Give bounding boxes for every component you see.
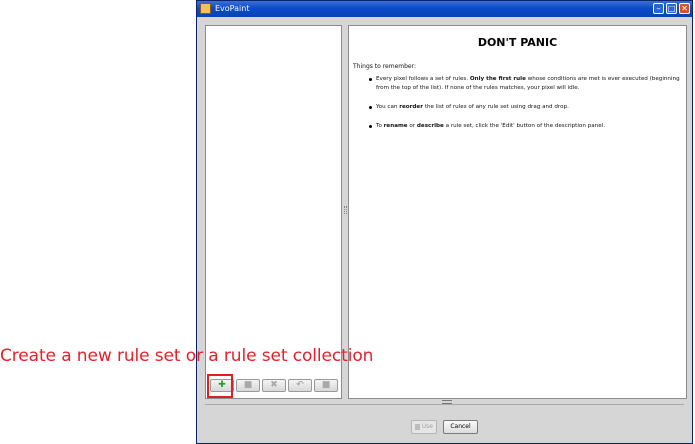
intro-text: Things to remember: [353, 63, 416, 70]
export-icon: ■ [321, 380, 331, 390]
rule-set-tree[interactable] [205, 25, 342, 399]
delete-rule-set-button[interactable]: ✖ [262, 379, 286, 392]
bottom-separator [205, 404, 684, 405]
copy-rule-set-button[interactable]: ■ [236, 379, 260, 392]
import-rule-set-button[interactable]: ↶ [288, 379, 312, 392]
list-item: Every pixel follows a set of rules. Only… [369, 75, 681, 93]
close-button[interactable]: ✕ [679, 3, 690, 14]
title-bar[interactable]: EvoPaint – □ ✕ [197, 1, 692, 17]
maximize-button[interactable]: □ [666, 3, 677, 14]
tips-list: Every pixel follows a set of rules. Only… [369, 75, 681, 141]
cancel-button[interactable]: Cancel [443, 420, 478, 434]
copy-icon: ■ [243, 380, 253, 390]
use-label: Use [421, 423, 433, 430]
highlight-box [207, 374, 233, 398]
import-icon: ↶ [296, 380, 304, 390]
app-icon [200, 3, 211, 14]
panel-heading: DON'T PANIC [477, 36, 558, 49]
split-pane-divider[interactable] [344, 206, 347, 214]
use-button[interactable]: Use [411, 420, 437, 434]
evopaint-window: EvoPaint – □ ✕ DON'T PANIC Things to rem… [196, 0, 693, 444]
list-item: To rename or describe a rule set, click … [369, 122, 681, 131]
delete-icon: ✖ [270, 380, 278, 390]
use-icon [415, 424, 420, 430]
list-item: You can reorder the list of rules of any… [369, 103, 681, 112]
minimize-button[interactable]: – [653, 3, 664, 14]
window-title: EvoPaint [215, 4, 250, 13]
description-panel: DON'T PANIC Things to remember: Every pi… [348, 25, 687, 399]
annotation-callout: Create a new rule set or a rule set coll… [0, 346, 374, 366]
export-rule-set-button[interactable]: ■ [314, 379, 338, 392]
